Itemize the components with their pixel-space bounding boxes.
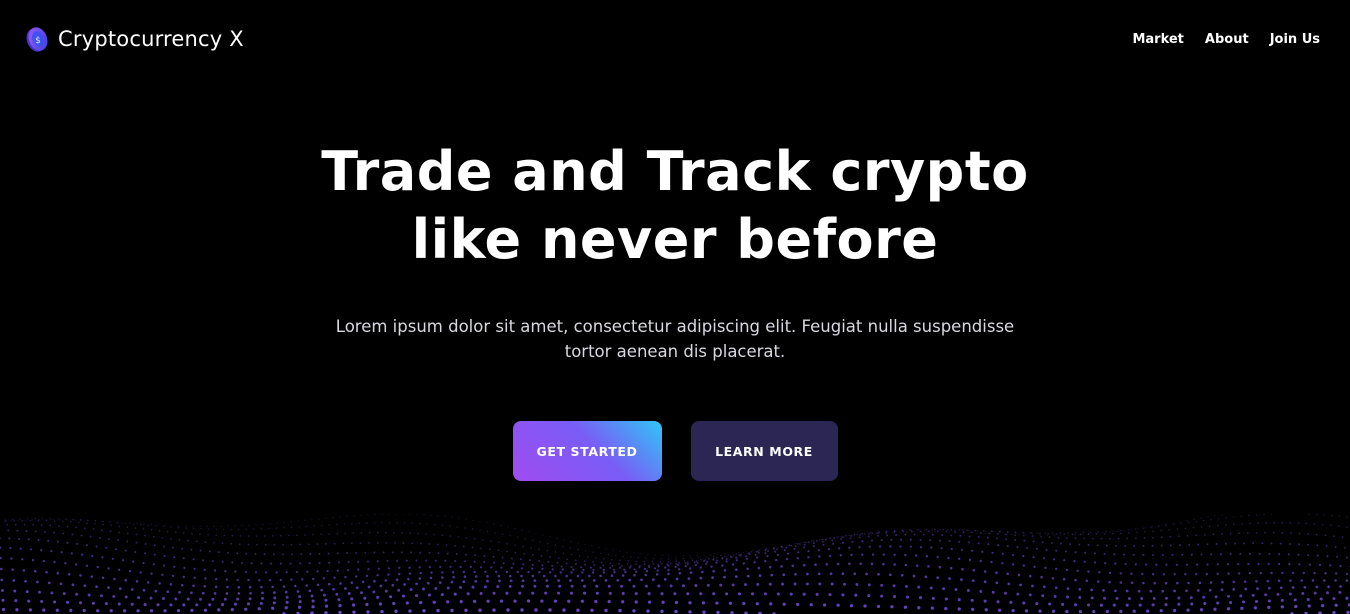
coin-icon: $ <box>26 27 48 52</box>
hero-actions: GET STARTED LEARN MORE <box>0 421 1350 481</box>
nav-links: Market About Join Us <box>1132 30 1320 48</box>
learn-more-button[interactable]: LEARN MORE <box>690 421 838 481</box>
top-nav: $ Cryptocurrency X Market About Join Us <box>0 0 1350 78</box>
nav-item-join-us: Join Us <box>1270 30 1320 48</box>
brand-name: Cryptocurrency X <box>58 27 244 51</box>
hero-title-line2: like never before <box>411 208 939 271</box>
nav-link-join-us[interactable]: Join Us <box>1270 32 1320 47</box>
dotted-wave-background <box>0 514 1350 614</box>
svg-text:$: $ <box>35 36 41 46</box>
nav-link-about[interactable]: About <box>1205 32 1249 47</box>
nav-item-market: Market <box>1132 30 1183 48</box>
hero-subtitle: Lorem ipsum dolor sit amet, consectetur … <box>335 317 1015 361</box>
nav-link-market[interactable]: Market <box>1132 32 1183 47</box>
hero-section: Trade and Track crypto like never before… <box>0 138 1350 481</box>
get-started-button[interactable]: GET STARTED <box>512 421 662 481</box>
hero-title: Trade and Track crypto like never before <box>0 138 1350 274</box>
hero-title-line1: Trade and Track crypto <box>321 140 1029 203</box>
page: $ Cryptocurrency X Market About Join Us … <box>0 0 1350 614</box>
brand-link[interactable]: $ Cryptocurrency X <box>24 24 244 54</box>
nav-item-about: About <box>1205 30 1249 48</box>
